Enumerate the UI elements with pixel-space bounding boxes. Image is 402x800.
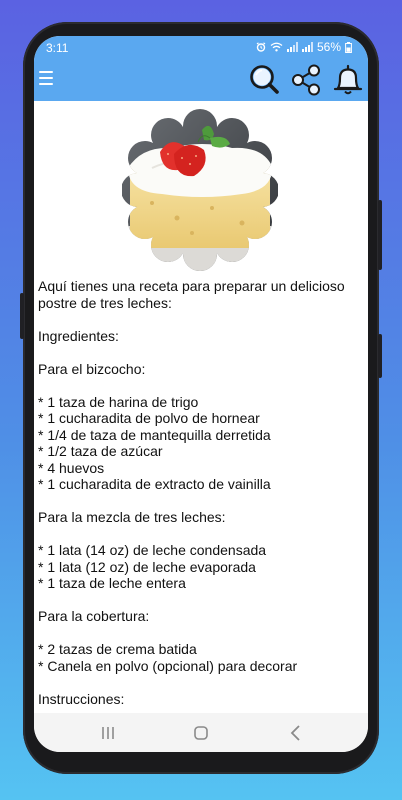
app-toolbar — [34, 59, 368, 101]
volume-button — [20, 293, 24, 339]
side-button — [378, 334, 382, 378]
alarm-icon — [256, 42, 266, 52]
tres-leches-cake-photo — [122, 109, 278, 271]
power-button — [378, 200, 382, 270]
wifi-icon — [270, 42, 283, 52]
system-navigation-bar — [34, 713, 368, 752]
back-icon[interactable] — [284, 721, 308, 745]
signal-icon-2 — [301, 42, 313, 52]
status-bar: 3:11 56% — [34, 36, 368, 59]
search-icon[interactable] — [246, 62, 282, 98]
recent-apps-icon[interactable] — [96, 721, 120, 745]
recipe-text: Aquí tienes una receta para preparar un … — [38, 278, 345, 707]
hamburger-menu-icon[interactable] — [39, 71, 53, 87]
signal-icon — [286, 42, 298, 52]
bell-icon[interactable] — [330, 62, 366, 98]
recipe-content: Aquí tienes una receta para preparar un … — [34, 101, 368, 713]
home-icon[interactable] — [189, 721, 213, 745]
status-time: 3:11 — [46, 41, 69, 55]
screen: 3:11 56% Aquí tienes una receta para pre… — [34, 36, 368, 752]
battery-icon — [345, 41, 352, 53]
battery-percentage: 56% — [316, 40, 341, 54]
status-icons: 56% — [256, 40, 352, 54]
share-icon[interactable] — [288, 62, 324, 98]
